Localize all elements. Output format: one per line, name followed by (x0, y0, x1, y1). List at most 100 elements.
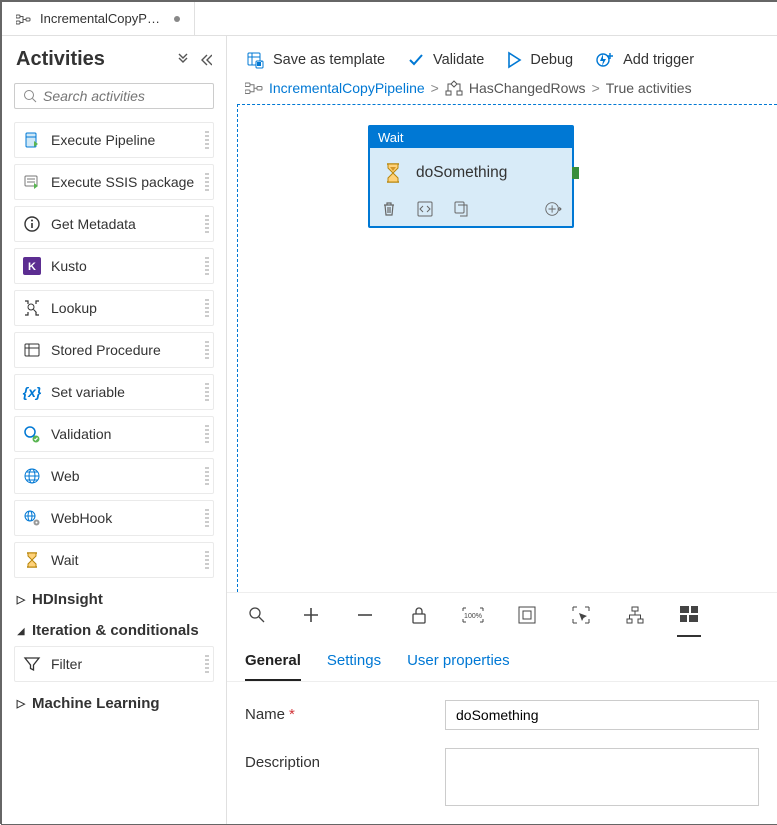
auto-layout-icon[interactable] (623, 593, 647, 637)
activity-filter[interactable]: Filter (14, 646, 214, 682)
breadcrumb: IncrementalCopyPipeline > HasChangedRows… (227, 80, 777, 104)
filter-icon (23, 655, 41, 673)
activity-label: Get Metadata (51, 216, 136, 232)
copy-icon[interactable] (452, 200, 470, 218)
activity-label: Validation (51, 426, 111, 442)
svg-text:K: K (28, 261, 36, 273)
delete-icon[interactable] (380, 200, 398, 218)
sidebar-title: Activities (16, 48, 105, 71)
kusto-icon: K (23, 257, 41, 275)
activity-get-metadata[interactable]: Get Metadata (14, 206, 214, 242)
name-label: Name* (245, 700, 445, 723)
zoom-100-icon[interactable]: 100% (461, 593, 485, 637)
debug-button[interactable]: Debug (506, 51, 573, 69)
validate-button[interactable]: Validate (407, 51, 484, 69)
activity-label: Execute SSIS package (51, 174, 194, 190)
category-label: Iteration & conditionals (32, 622, 199, 639)
activity-label: Set variable (51, 384, 125, 400)
general-form: Name* Description (227, 682, 777, 824)
pipeline-icon (16, 13, 32, 25)
chevron-right-icon: > (592, 80, 600, 96)
tab-settings[interactable]: Settings (327, 646, 381, 681)
minimap-icon[interactable] (677, 593, 701, 637)
search-icon (23, 89, 37, 103)
zoom-in-icon[interactable] (299, 593, 323, 637)
success-port[interactable] (572, 167, 579, 179)
activity-label: Web (51, 468, 80, 484)
get-metadata-icon (23, 215, 41, 233)
zoom-search-icon[interactable] (245, 593, 269, 637)
description-label: Description (245, 748, 445, 771)
activity-lookup[interactable]: Lookup (14, 290, 214, 326)
activity-set-variable[interactable]: {x} Set variable (14, 374, 214, 410)
svg-text:100%: 100% (464, 613, 482, 620)
activity-execute-ssis[interactable]: Execute SSIS package (14, 164, 214, 200)
activity-wait[interactable]: Wait (14, 542, 214, 578)
editor-tab[interactable]: IncrementalCopyPip... (2, 2, 195, 35)
name-input[interactable] (445, 700, 759, 730)
code-icon[interactable] (416, 200, 434, 218)
caret-icon (16, 593, 26, 606)
activity-execute-pipeline[interactable]: Execute Pipeline (14, 122, 214, 158)
unsaved-dot-icon (174, 16, 180, 22)
activity-label: Wait (51, 552, 78, 568)
activity-stored-procedure[interactable]: Stored Procedure (14, 332, 214, 368)
main-area: Save as template Validate Debug Add trig… (227, 36, 777, 824)
category-label: HDInsight (32, 591, 103, 608)
activity-kusto[interactable]: K Kusto (14, 248, 214, 284)
breadcrumb-mid: HasChangedRows (469, 80, 586, 96)
category-label: Machine Learning (32, 695, 160, 712)
lookup-icon (23, 299, 41, 317)
description-input[interactable] (445, 748, 759, 806)
tab-bar: IncrementalCopyPip... (2, 2, 777, 36)
activity-validation[interactable]: Validation (14, 416, 214, 452)
category-hdinsight[interactable]: HDInsight (10, 581, 218, 612)
stored-procedure-icon (23, 341, 41, 359)
breadcrumb-leaf: True activities (606, 80, 692, 96)
category-iteration-conditionals[interactable]: Iteration & conditionals (10, 612, 218, 643)
node-type: Wait (370, 127, 572, 148)
breadcrumb-root[interactable]: IncrementalCopyPipeline (269, 80, 425, 96)
webhook-icon (23, 509, 41, 527)
zoom-out-icon[interactable] (353, 593, 377, 637)
activity-label: Filter (51, 656, 82, 672)
node-title: doSomething (416, 164, 507, 182)
activity-webhook[interactable]: WebHook (14, 500, 214, 536)
execute-pipeline-icon (23, 131, 41, 149)
fit-screen-icon[interactable] (515, 593, 539, 637)
caret-icon (16, 625, 26, 637)
set-variable-icon: {x} (23, 383, 41, 401)
activity-web[interactable]: Web (14, 458, 214, 494)
activity-label: Lookup (51, 300, 97, 316)
lock-icon[interactable] (407, 593, 431, 637)
tab-title: IncrementalCopyPip... (40, 11, 160, 26)
add-output-icon[interactable] (544, 200, 562, 218)
pipeline-icon (245, 81, 263, 95)
ifcondition-icon (445, 80, 463, 96)
activity-label: Stored Procedure (51, 342, 161, 358)
select-mode-icon[interactable] (569, 593, 593, 637)
validation-icon (23, 425, 41, 443)
collapse-panel-icon[interactable] (198, 53, 212, 67)
expand-all-icon[interactable] (176, 53, 190, 67)
canvas[interactable]: Wait doSomething (237, 104, 777, 592)
category-machine-learning[interactable]: Machine Learning (10, 685, 218, 716)
toolbar: Save as template Validate Debug Add trig… (227, 36, 777, 80)
save-template-button[interactable]: Save as template (245, 50, 385, 70)
canvas-toolbar: 100% (227, 592, 777, 636)
activity-label: WebHook (51, 510, 112, 526)
tab-general[interactable]: General (245, 646, 301, 681)
activities-sidebar: Activities Execute Pipeline Execute SSIS… (2, 36, 227, 824)
activity-label: Execute Pipeline (51, 132, 155, 148)
property-tabs: General Settings User properties (227, 636, 777, 682)
tab-user-properties[interactable]: User properties (407, 646, 510, 681)
caret-icon (16, 697, 26, 710)
search-activities[interactable] (14, 83, 214, 109)
hourglass-icon (382, 162, 404, 184)
chevron-right-icon: > (431, 80, 439, 96)
web-icon (23, 467, 41, 485)
wait-activity-node[interactable]: Wait doSomething (368, 125, 574, 228)
add-trigger-button[interactable]: Add trigger (595, 50, 694, 70)
wait-icon (23, 551, 41, 569)
search-input[interactable] (43, 88, 205, 104)
